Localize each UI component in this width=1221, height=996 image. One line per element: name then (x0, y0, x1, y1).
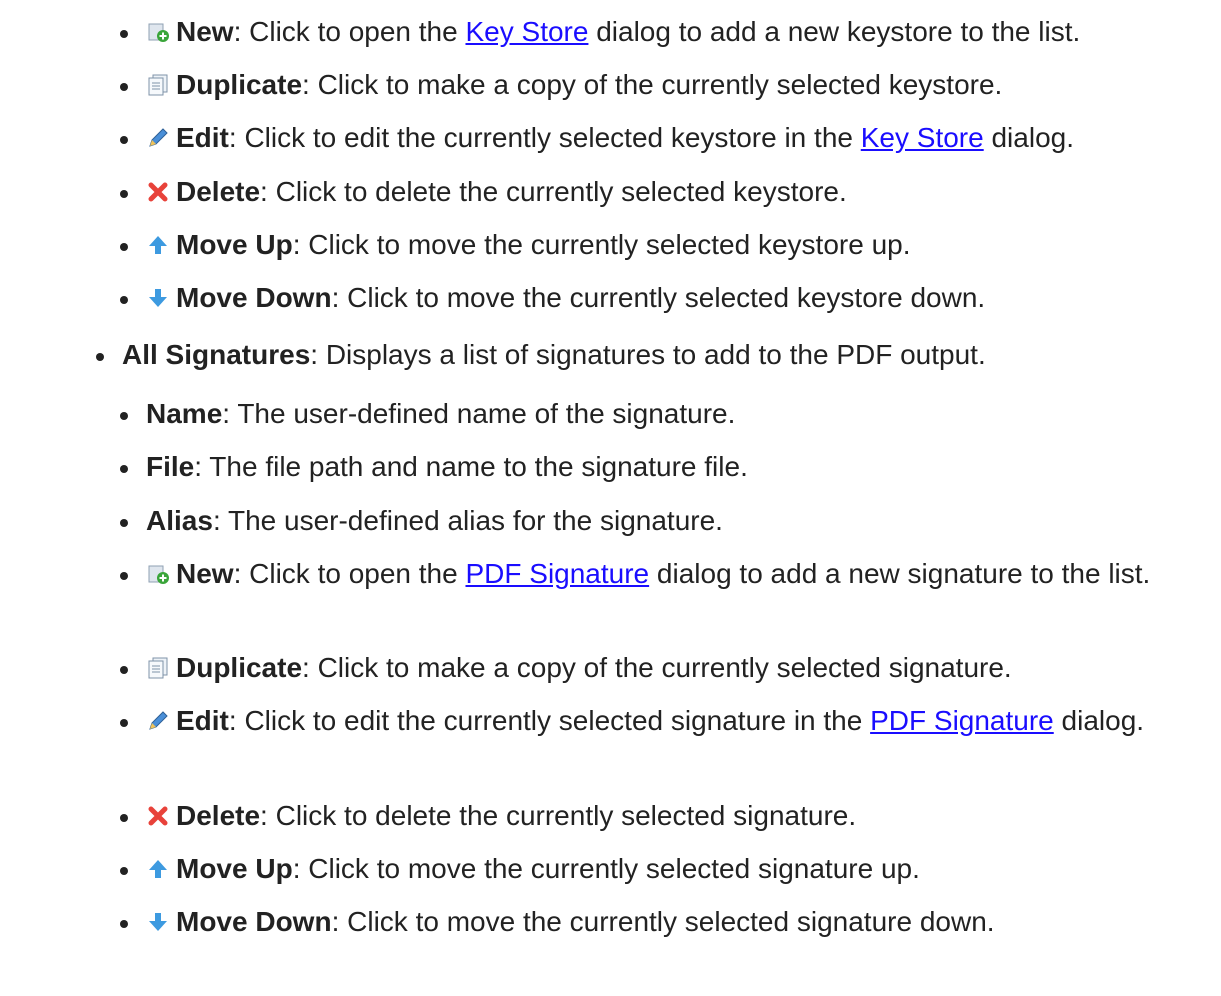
new-document-icon (146, 20, 170, 44)
list-item: Move Up: Click to move the currently sel… (120, 225, 911, 265)
list-item: New: Click to open the PDF Signature dia… (120, 554, 1216, 594)
item-label: Name (146, 398, 223, 429)
pdf-signature-link[interactable]: PDF Signature (465, 558, 649, 589)
list-item: File: The file path and name to the sign… (120, 447, 748, 487)
item-label: Edit (176, 122, 229, 153)
item-label: Delete (176, 800, 261, 831)
arrow-down-icon (146, 910, 170, 934)
item-label: Duplicate (176, 69, 303, 100)
item-label: Delete (176, 176, 261, 207)
list-item: Move Up: Click to move the currently sel… (120, 849, 920, 889)
pencil-icon (146, 709, 170, 733)
item-label: Move Up (176, 229, 293, 260)
list-item: All Signatures: Displays a list of signa… (96, 335, 986, 375)
item-label: Alias (146, 505, 213, 536)
list-item: Delete: Click to delete the currently se… (120, 172, 847, 212)
list-item: Edit: Click to edit the currently select… (120, 118, 1074, 158)
arrow-up-icon (146, 857, 170, 881)
arrow-down-icon (146, 286, 170, 310)
new-document-icon (146, 562, 170, 586)
item-label: Duplicate (176, 652, 303, 683)
list-item: Move Down: Click to move the currently s… (120, 902, 995, 942)
duplicate-icon (146, 656, 170, 680)
delete-x-icon (146, 804, 170, 828)
key-store-link[interactable]: Key Store (861, 122, 984, 153)
list-item: New: Click to open the Key Store dialog … (119, 12, 1080, 52)
item-label: Move Down (176, 282, 332, 313)
section-label: All Signatures (122, 339, 311, 370)
item-label: New (176, 16, 234, 47)
item-label: Edit (176, 705, 229, 736)
arrow-up-icon (146, 233, 170, 257)
list-item: Duplicate: Click to make a copy of the c… (120, 648, 1012, 688)
item-label: New (176, 558, 234, 589)
item-label: Move Down (176, 906, 332, 937)
item-label: File (146, 451, 195, 482)
key-store-link[interactable]: Key Store (465, 16, 588, 47)
list-item: Move Down: Click to move the currently s… (119, 278, 985, 318)
list-item: Edit: Click to edit the currently select… (120, 701, 1216, 741)
pdf-signature-link[interactable]: PDF Signature (870, 705, 1054, 736)
list-item: Alias: The user-defined alias for the si… (120, 501, 723, 541)
delete-x-icon (146, 180, 170, 204)
item-label: Move Up (176, 853, 293, 884)
list-item: Duplicate: Click to make a copy of the c… (119, 65, 1002, 105)
pencil-icon (146, 126, 170, 150)
duplicate-icon (146, 73, 170, 97)
list-item: Delete: Click to delete the currently se… (119, 796, 856, 836)
list-item: Name: The user-defined name of the signa… (119, 394, 735, 434)
